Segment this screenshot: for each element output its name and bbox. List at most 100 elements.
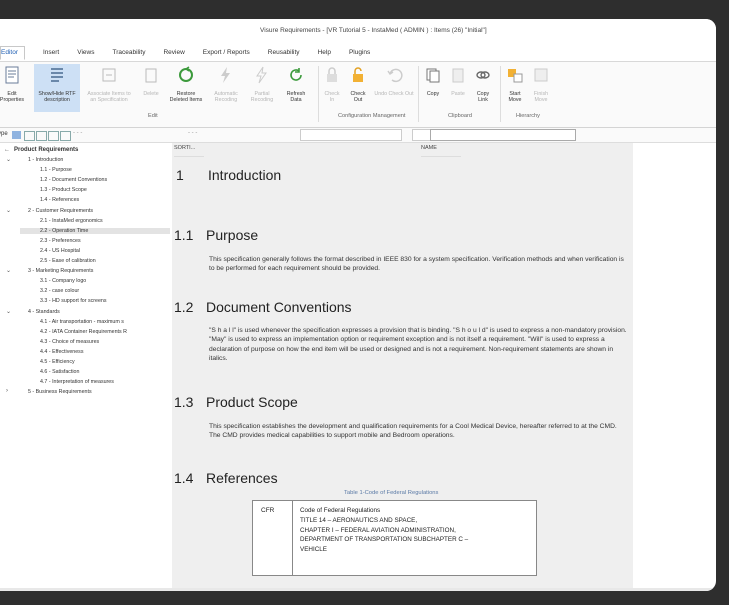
tree-item[interactable]: 4.6 - Satisfaction [40,369,79,375]
tree-root[interactable]: Product Requirements [14,147,78,153]
link-view-icon[interactable] [48,131,59,141]
undo-check-out-button[interactable]: Undo Check Out [372,64,416,112]
document-pane: SORTI... NAME 1 Introduction 1.1 Purpose T… [172,143,633,588]
tab-insert[interactable]: Insert [43,47,59,60]
tree-item[interactable]: 1.3 - Product Scope [40,187,87,193]
tree-item[interactable]: 2.2 - Operation Time [20,227,170,234]
filter-dropdown-1[interactable]: - - - [73,130,82,136]
back-arrow-icon[interactable]: ← [4,147,10,153]
expand-caret-icon[interactable]: › [6,388,8,394]
ribbon: Edit Properties Show/Hide RTF descriptio… [0,62,716,128]
tab-review[interactable]: Review [163,47,184,60]
tree-view-icon[interactable] [24,131,35,141]
ribbon-separator [500,66,501,122]
search-input[interactable] [430,129,576,141]
copy-icon [426,68,440,83]
tree-item[interactable]: 2.1 - InstaMed ergonomics [40,218,103,224]
expand-caret-icon[interactable]: ⌄ [6,267,11,274]
tree-item[interactable]: 2 - Customer Requirements [28,208,93,214]
tree-item[interactable]: 4.3 - Choice of measures [40,339,99,345]
delete-button[interactable]: Delete [138,64,164,112]
tree-item[interactable]: 4 - Standards [28,309,60,315]
ribbon-separator [318,66,319,122]
funnel-icon[interactable] [412,129,432,141]
group-label-configuration: Configuration Management [338,113,406,119]
delete-icon [145,68,157,83]
tab-reusability[interactable]: Reusability [268,47,300,60]
tree-item[interactable]: 4.4 - Effectiveness [40,349,83,355]
column-name[interactable]: NAME [421,143,461,157]
properties-icon [5,66,19,84]
section-body: "S h a l l" is used whenever the specifi… [209,327,627,363]
tab-traceability[interactable]: Traceability [112,47,145,60]
section-heading: 1.4 References [174,470,278,486]
filter-field-1[interactable] [300,129,402,141]
tree-item[interactable]: 1.4 - References [40,197,79,203]
start-move-button[interactable]: Start Move [502,64,528,112]
edit-properties-button[interactable]: Edit Properties [0,64,30,112]
expand-caret-icon[interactable]: ⌄ [6,207,11,214]
lock-icon [327,67,337,82]
tree-item[interactable]: 2.3 - Preferences [40,238,81,244]
associate-items-button[interactable]: Associate Items to an Specification [82,64,136,112]
tree-item[interactable]: 3 - Marketing Requirements [28,268,93,274]
partial-lightning-icon [256,66,267,84]
tree-item[interactable]: 1.2 - Document Conventions [40,177,107,183]
tab-plugins[interactable]: Plugins [349,47,370,60]
paste-button[interactable]: Paste [446,64,470,112]
filter-dropdown-2[interactable]: - - - [188,130,197,136]
tree-item[interactable]: 4.5 - Efficiency [40,359,75,365]
tree-item[interactable]: 3.3 - HD support for screens [40,298,107,304]
ribbon-separator [418,66,419,122]
table-value: Code of Federal Regulations TITLE 14 – A… [300,507,469,554]
lightning-icon [221,67,230,83]
group-label-hierarchy: Hierarchy [516,113,540,119]
rtf-description-icon [51,68,63,82]
title-bar: Visure Requirements - [VR Tutorial 5 - I… [0,19,716,45]
filter-icon[interactable] [12,131,21,139]
tree-item[interactable]: 4.2 - IATA Container Requirements R [40,329,127,335]
tree-pane: ← Product Requirements ⌄ 1 - Introduction… [0,143,170,563]
tree-item[interactable]: 3.2 - case colour [40,288,79,294]
finish-move-icon [534,68,548,82]
recycle-icon [179,66,193,82]
show-hide-rtf-button[interactable]: Show/Hide RTF description [34,64,80,112]
check-in-button[interactable]: Check In [320,64,344,112]
expand-caret-icon[interactable]: ⌄ [6,156,11,163]
column-sort[interactable]: SORTI... [174,143,204,157]
tab-editor[interactable]: Editor [0,46,25,60]
document-view-icon[interactable] [60,131,71,141]
list-view-icon[interactable] [36,131,47,141]
section-heading: 1.3 Product Scope [174,394,298,410]
tree-item[interactable]: 3.1 - Company logo [40,278,86,284]
menu-bar: Editor Insert Views Traceability Review … [0,45,716,62]
section-heading: 1.1 Purpose [174,227,259,243]
section-heading: 1.2 Document Conventions [174,299,352,315]
table-caption: Table 1-Code of Federal Regulations [344,490,439,496]
tree-item[interactable]: 4.1 - Air transportation - maximum s [40,319,124,325]
tree-item[interactable]: 1.1 - Purpose [40,167,72,173]
tree-item[interactable]: 2.5 - Ease of calibration [40,258,96,264]
tree-item[interactable]: 2.4 - US Hospital [40,248,80,254]
check-out-button[interactable]: Check Out [344,64,372,112]
finish-move-button[interactable]: Finish Move [528,64,554,112]
tab-help[interactable]: Help [318,47,331,60]
tab-views[interactable]: Views [77,47,94,60]
expand-caret-icon[interactable]: ⌄ [6,308,11,315]
copy-link-button[interactable]: Copy Link [470,64,496,112]
automatic-recoding-button[interactable]: Automatic Recoding [208,64,244,112]
tree-item[interactable]: 1 - Introduction [28,157,63,163]
restore-deleted-button[interactable]: Restore Deleted Items [166,64,206,112]
section-body: This specification generally follows the… [209,256,624,273]
copy-button[interactable]: Copy [420,64,446,112]
window-title: Visure Requirements - [VR Tutorial 5 - I… [260,27,487,34]
tree-item[interactable]: 5 - Business Requirements [28,389,92,395]
refresh-data-button[interactable]: Refresh Data [280,64,312,112]
tree-item[interactable]: 4.7 - Interpretation of measures [40,379,114,385]
group-label-edit: Edit [148,113,158,119]
references-table: CFR Code of Federal Regulations TITLE 14… [252,500,537,576]
tab-export-reports[interactable]: Export / Reports [203,47,250,60]
group-label-clipboard: Clipboard [448,113,472,119]
partial-recoding-button[interactable]: Partial Recoding [246,64,278,112]
unlock-icon [353,67,363,82]
